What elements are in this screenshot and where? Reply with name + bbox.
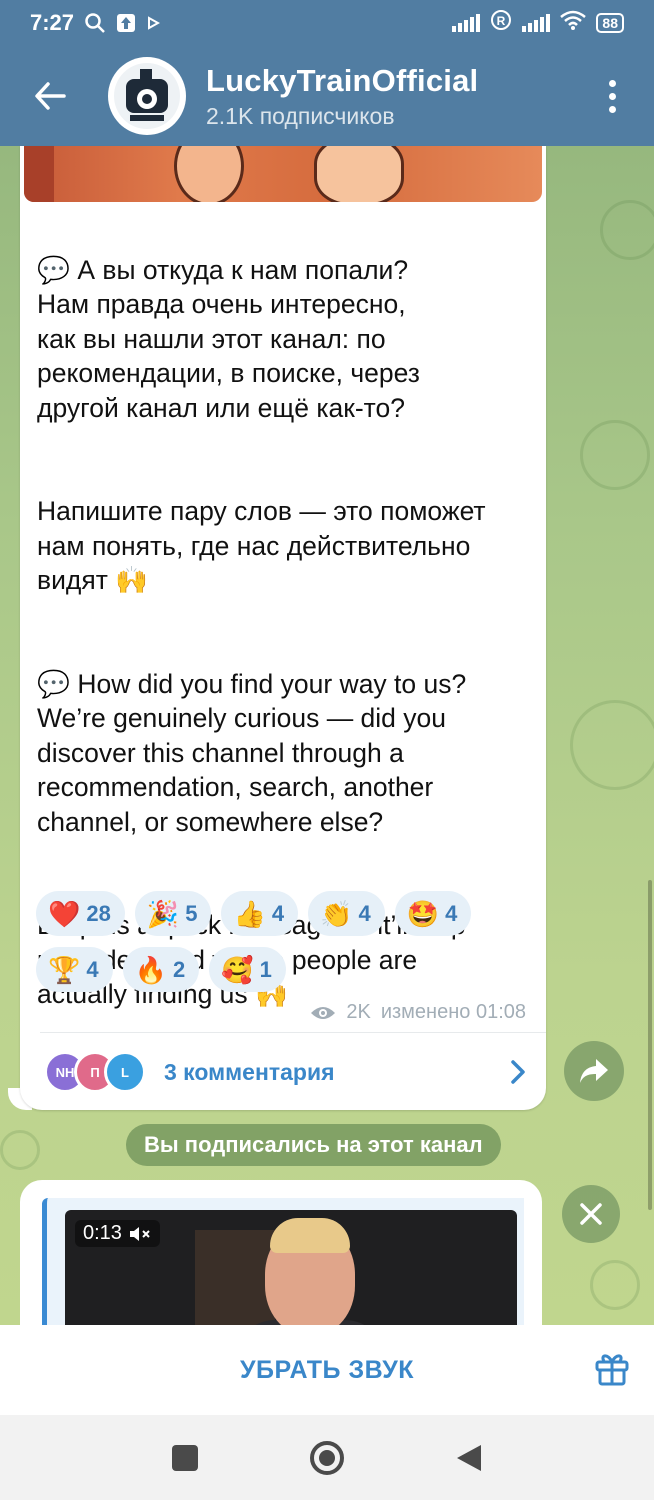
view-count: 2K bbox=[346, 1001, 371, 1023]
reactions: ❤️ 28 🎉 5 👍 4 👏 4 🤩 4 🏆 4 🔥 2 🥰 1 bbox=[36, 891, 536, 1003]
close-video-button[interactable] bbox=[562, 1185, 620, 1243]
play-icon bbox=[146, 16, 161, 30]
more-menu-button[interactable] bbox=[592, 68, 632, 124]
wifi-icon bbox=[560, 10, 587, 36]
close-icon bbox=[580, 1203, 602, 1225]
signal-icon bbox=[452, 14, 481, 32]
reaction-clap[interactable]: 👏 4 bbox=[308, 891, 385, 936]
gift-button[interactable] bbox=[594, 1349, 630, 1392]
arrow-left-icon bbox=[35, 82, 66, 110]
video-post: 0:13 bbox=[20, 1180, 542, 1350]
divider bbox=[40, 1032, 546, 1033]
mute-button[interactable]: УБРАТЬ ЗВУК bbox=[240, 1356, 414, 1385]
channel-title[interactable]: LuckyTrainOfficial bbox=[206, 63, 478, 99]
post-paragraph: 💬 How did you find your way to us? We’re… bbox=[37, 668, 467, 837]
subscriber-count: 2.1K подписчиков bbox=[206, 102, 395, 129]
system-nav-bar bbox=[0, 1415, 654, 1500]
status-time: 7:27 bbox=[30, 10, 75, 35]
reaction-thumbs-up[interactable]: 👍 4 bbox=[221, 891, 299, 936]
bottom-bar: УБРАТЬ ЗВУК bbox=[0, 1325, 654, 1415]
chevron-right-icon bbox=[511, 1060, 525, 1084]
chat-header: LuckyTrainOfficial 2.1K подписчиков bbox=[0, 46, 654, 146]
post-image[interactable] bbox=[24, 146, 542, 202]
battery-icon: 88 bbox=[596, 13, 624, 33]
roaming-icon: R bbox=[490, 9, 512, 37]
post-meta: 2K изменено 01:08 bbox=[310, 1001, 526, 1024]
scrollbar[interactable] bbox=[648, 880, 652, 1210]
post-paragraph: 💬 А вы откуда к нам попали? Нам правда о… bbox=[37, 254, 420, 423]
comments-button[interactable]: NH П L 3 комментария bbox=[44, 1044, 526, 1100]
app-icon bbox=[116, 13, 136, 33]
reaction-star-struck[interactable]: 🤩 4 bbox=[394, 891, 472, 936]
video-time: 0:13 bbox=[83, 1222, 122, 1244]
back-button[interactable] bbox=[22, 68, 78, 124]
reaction-trophy[interactable]: 🏆 4 bbox=[36, 947, 113, 992]
share-icon bbox=[580, 1059, 608, 1083]
channel-avatar[interactable] bbox=[108, 57, 186, 135]
channel-post: 💬 А вы откуда к нам попали? Нам правда о… bbox=[20, 146, 546, 1110]
commenter-avatars: NH П L bbox=[44, 1051, 146, 1093]
svg-text:R: R bbox=[497, 14, 506, 28]
app-bar: 7:27 R 88 LuckyTrainOfficial 2.1K подпис… bbox=[0, 0, 654, 146]
home-icon[interactable] bbox=[309, 1440, 345, 1476]
reaction-heart[interactable]: ❤️ 28 bbox=[36, 891, 125, 936]
edited-time: изменено 01:08 bbox=[380, 1001, 526, 1023]
avatar: L bbox=[104, 1051, 146, 1093]
muted-speaker-icon bbox=[129, 1226, 150, 1241]
service-message: Вы подписались на этот канал bbox=[126, 1124, 501, 1166]
share-button[interactable] bbox=[564, 1041, 624, 1101]
recents-icon[interactable] bbox=[171, 1444, 199, 1472]
video-duration-badge[interactable]: 0:13 bbox=[75, 1220, 160, 1247]
status-bar: 7:27 R 88 bbox=[0, 0, 654, 46]
back-nav-icon[interactable] bbox=[455, 1443, 483, 1473]
reaction-love[interactable]: 🥰 1 bbox=[209, 947, 286, 992]
signal-icon bbox=[522, 14, 551, 32]
post-paragraph: Напишите пару слов — это поможет нам пон… bbox=[37, 496, 486, 595]
gift-icon bbox=[595, 1354, 629, 1386]
eye-icon bbox=[311, 1006, 336, 1019]
reaction-party[interactable]: 🎉 5 bbox=[134, 891, 212, 936]
search-icon bbox=[84, 12, 106, 34]
reaction-fire[interactable]: 🔥 2 bbox=[122, 947, 200, 992]
comments-label: 3 комментария bbox=[164, 1058, 335, 1085]
train-logo-icon bbox=[114, 63, 180, 129]
